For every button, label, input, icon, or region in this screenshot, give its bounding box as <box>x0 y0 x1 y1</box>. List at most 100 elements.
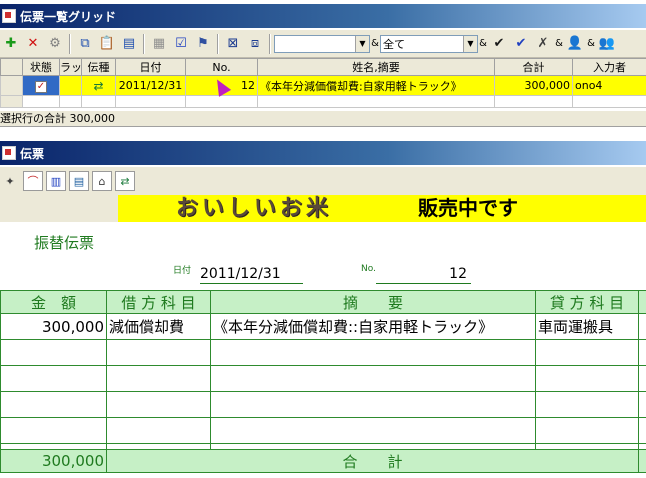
copy-icon[interactable]: ⧉ <box>75 34 95 54</box>
print-icon[interactable]: ▤ <box>119 34 139 54</box>
total-amount: 300,000 <box>0 449 107 473</box>
and-label: & <box>371 38 379 49</box>
chevron-down-icon[interactable]: ▼ <box>463 35 477 52</box>
desc-cell[interactable] <box>210 365 536 392</box>
grid-toolbar: ✚ ✕ ⚙ ⧉ 📋 ▤ ▦ ☑ ⚑ ⊠ ⧈ ▼ & 全て ▼ & ✔ ✔ ✗ &… <box>0 30 646 58</box>
grid-header-lap[interactable]: ラッ <box>59 58 82 76</box>
ledger-icon[interactable]: ▤ <box>69 171 89 191</box>
voucher-window-titlebar[interactable]: 伝票 <box>0 141 646 165</box>
grid-cell <box>0 95 23 108</box>
extra-cell[interactable] <box>638 313 646 340</box>
chart-icon[interactable]: ⌒ <box>23 171 43 191</box>
amount-cell[interactable] <box>0 339 107 366</box>
window-icon[interactable]: ⧈ <box>245 34 265 54</box>
voucher-window-title: 伝票 <box>20 146 45 161</box>
desc-cell[interactable]: 《本年分減価償却費:自家用軽トラック》 <box>257 75 495 96</box>
grid-header-date[interactable]: 日付 <box>115 58 186 76</box>
paste-icon[interactable]: 📋 <box>97 34 117 54</box>
row-indicator[interactable] <box>0 75 23 96</box>
banner-logo: おいしいお米 <box>176 195 333 221</box>
debit-cell[interactable] <box>106 391 211 418</box>
credit-cell[interactable] <box>535 339 639 366</box>
magic-wand-icon[interactable]: ✦ <box>0 171 20 191</box>
users-icon[interactable]: 👥 <box>597 34 617 54</box>
debit-cell[interactable] <box>106 417 211 444</box>
table-row[interactable] <box>0 95 646 108</box>
edit-icon[interactable]: ▦ <box>149 34 169 54</box>
credit-cell[interactable]: 車両運搬具 <box>535 313 639 340</box>
chevron-down-icon[interactable]: ▼ <box>355 35 369 52</box>
date-cell[interactable]: 2011/12/31 <box>115 75 186 96</box>
ledger-row[interactable] <box>0 365 646 392</box>
add-icon[interactable]: ✚ <box>1 34 21 54</box>
filter-select-1[interactable]: ▼ <box>274 34 370 53</box>
desc-cell[interactable] <box>210 339 536 366</box>
and-label: & <box>587 38 595 49</box>
extra-cell[interactable] <box>638 365 646 392</box>
extra-cell[interactable] <box>638 391 646 418</box>
amount-cell[interactable] <box>0 417 107 444</box>
no-label: No. <box>361 264 376 274</box>
credit-cell[interactable] <box>535 417 639 444</box>
date-field[interactable]: 2011/12/31 <box>200 265 303 284</box>
grid-header-status[interactable]: 状態 <box>22 58 60 76</box>
filter-select-2-value: 全て <box>383 37 405 51</box>
grid-header-total[interactable]: 合計 <box>494 58 573 76</box>
ledger-row[interactable]: 300,000 減価償却費 《本年分減価償却費::自家用軽トラック》 車両運搬具 <box>0 313 646 340</box>
credit-cell[interactable] <box>535 365 639 392</box>
cross-filter-icon[interactable]: ✗ <box>533 34 553 54</box>
grid-header-user[interactable]: 入力者 <box>572 58 646 76</box>
ad-banner[interactable]: おいしいお米 販売中です <box>118 195 646 222</box>
toolbar-separator <box>269 33 271 54</box>
desc-cell[interactable] <box>210 391 536 418</box>
desc-cell[interactable]: 《本年分減価償却費::自家用軽トラック》 <box>210 313 536 340</box>
toolbar-separator <box>217 33 219 54</box>
type-cell[interactable]: ⇄ <box>81 75 116 96</box>
extra-cell[interactable] <box>638 339 646 366</box>
debit-cell[interactable] <box>106 365 211 392</box>
amount-cell[interactable] <box>0 391 107 418</box>
no-field[interactable]: 12 <box>376 265 471 284</box>
header-extra <box>638 290 646 314</box>
house-icon[interactable]: ⌂ <box>92 171 112 191</box>
grid-view-icon[interactable]: ⊠ <box>223 34 243 54</box>
grid-header-name[interactable]: 姓名,摘要 <box>257 58 495 76</box>
grid-cell <box>115 95 186 108</box>
lap-cell[interactable] <box>59 75 82 96</box>
toolbar-separator <box>143 33 145 54</box>
grid-window-titlebar[interactable]: 伝票一覧グリッド <box>0 4 646 28</box>
status-cell[interactable]: ✓ <box>22 75 60 96</box>
total-cell[interactable]: 300,000 <box>494 75 573 96</box>
grid-header-no[interactable]: No. <box>185 58 258 76</box>
flag-icon[interactable]: ⚑ <box>193 34 213 54</box>
checklist-icon[interactable]: ☑ <box>171 34 191 54</box>
bar-chart-icon[interactable]: ▥ <box>46 171 66 191</box>
app-icon <box>2 9 16 23</box>
voucher-grid: 状態 ラッ 伝種 日付 No. 姓名,摘要 合計 入力者 ✓ ⇄ 2011/12… <box>0 58 646 110</box>
settings-icon[interactable]: ⚙ <box>45 34 65 54</box>
check-filter-icon[interactable]: ✔ <box>489 34 509 54</box>
filter-select-2[interactable]: 全て ▼ <box>380 34 478 53</box>
desc-cell[interactable] <box>210 417 536 444</box>
grid-header-rownum <box>0 58 23 76</box>
delete-icon[interactable]: ✕ <box>23 34 43 54</box>
ledger-row[interactable] <box>0 417 646 444</box>
grid-header-type[interactable]: 伝種 <box>81 58 116 76</box>
amount-cell[interactable]: 300,000 <box>0 313 107 340</box>
voucher-type-icon: ⇄ <box>93 78 104 93</box>
header-debit: 借 方 科 目 <box>106 290 211 314</box>
debit-cell[interactable] <box>106 339 211 366</box>
debit-cell[interactable]: 減価償却費 <box>106 313 211 340</box>
credit-cell[interactable] <box>535 391 639 418</box>
amount-cell[interactable] <box>0 365 107 392</box>
user-icon[interactable]: 👤 <box>565 34 585 54</box>
grid-cell <box>81 95 116 108</box>
table-row[interactable]: ✓ ⇄ 2011/12/31 12 《本年分減価償却費:自家用軽トラック》 30… <box>0 75 646 96</box>
extra-cell[interactable] <box>638 417 646 444</box>
ledger-row[interactable] <box>0 391 646 418</box>
grid-cell <box>257 95 495 108</box>
transfer-icon[interactable]: ⇄ <box>115 171 135 191</box>
ledger-row[interactable] <box>0 339 646 366</box>
check-blue-icon[interactable]: ✔ <box>511 34 531 54</box>
user-cell[interactable]: ono4 <box>572 75 646 96</box>
